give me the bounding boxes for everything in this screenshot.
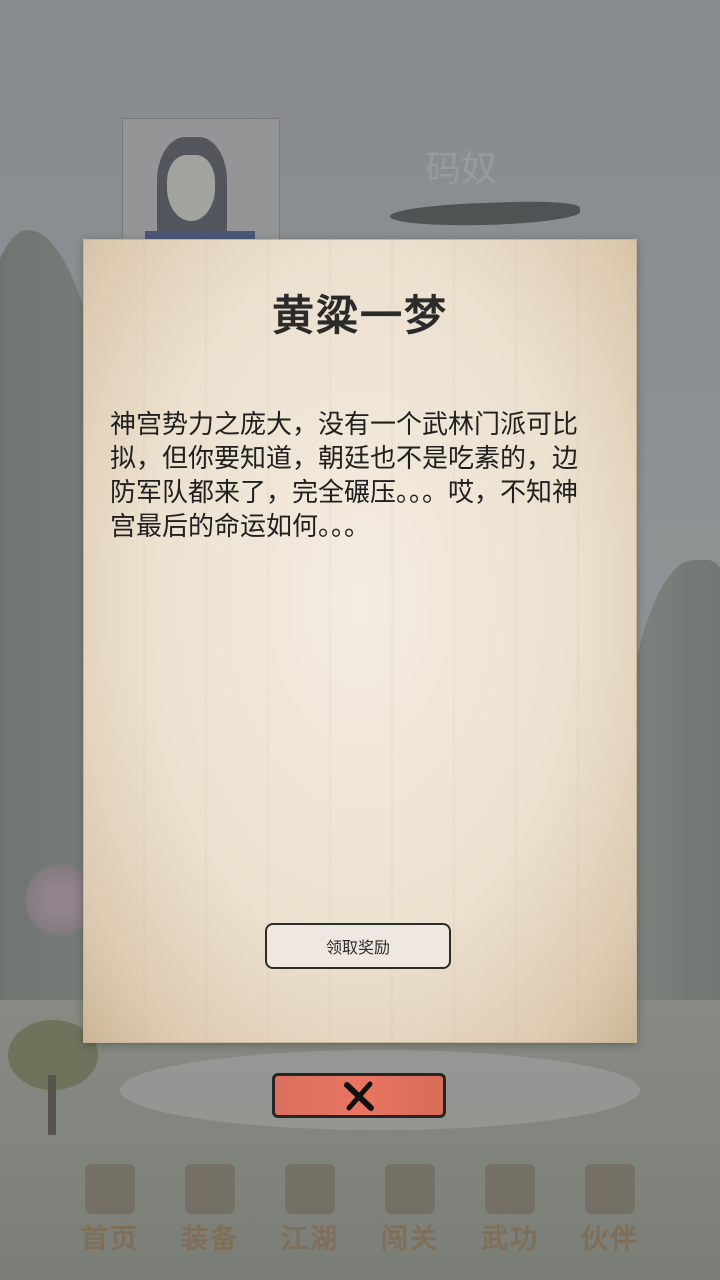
claim-reward-button[interactable]: 领取奖励 xyxy=(265,923,451,969)
close-x-icon xyxy=(344,1081,374,1111)
dialog-title: 黄粱一梦 xyxy=(271,291,448,340)
close-button[interactable] xyxy=(272,1073,446,1118)
dialog-story-text: 神宫势力之庞大，没有一个武林门派可比拟，但你要知道，朝廷也不是吃素的，边防军队都… xyxy=(110,410,579,542)
